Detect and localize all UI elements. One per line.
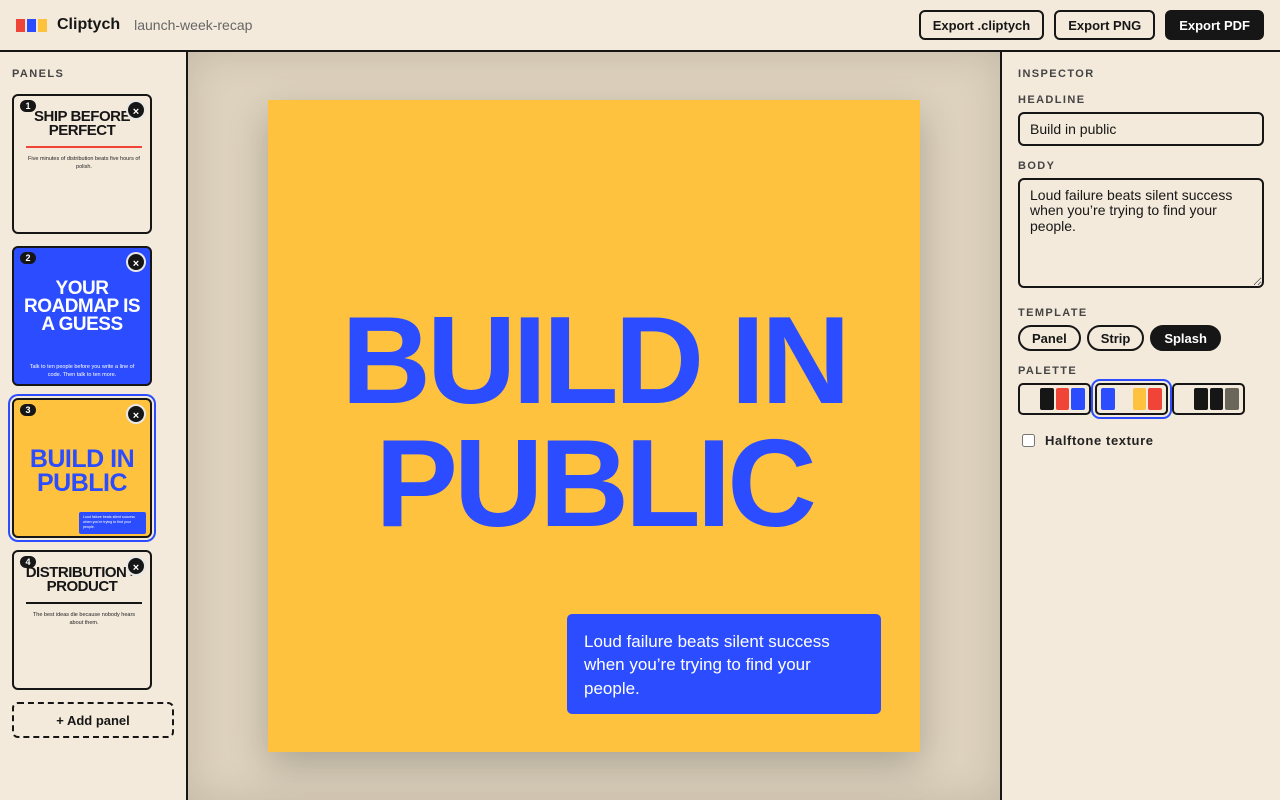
template-options: Panel Strip Splash — [1018, 325, 1264, 351]
panel-number-badge: 1 — [20, 100, 36, 112]
palette-swatch — [1039, 388, 1054, 410]
close-icon[interactable]: × — [126, 556, 146, 576]
artboard-headline[interactable]: BUILD IN PUBLIC — [268, 299, 920, 545]
panel-headline: YOUR ROADMAP IS A GUESS — [23, 278, 141, 336]
palette-swatch — [1225, 388, 1239, 410]
palette-swatch — [1024, 388, 1038, 410]
panel-divider — [26, 146, 142, 148]
palette-swatch — [1193, 388, 1208, 410]
document-name[interactable]: launch-week-recap — [134, 17, 252, 33]
artboard-body: Loud failure beats silent success when y… — [584, 632, 830, 698]
panel-body: Talk to ten people before you write a li… — [29, 364, 135, 378]
inspector-panel: INSPECTOR HEADLINE BODY Loud failure bea… — [1000, 52, 1280, 800]
panel-body: Five minutes of distribution beats five … — [28, 156, 140, 170]
template-strip-chip[interactable]: Strip — [1086, 325, 1145, 351]
palette-option-3[interactable] — [1172, 383, 1245, 415]
panel-body: The best ideas die because nobody hears … — [32, 612, 136, 626]
panel-headline: BUILD IN PUBLIC — [29, 445, 135, 497]
logo-icon — [16, 18, 47, 32]
halftone-toggle[interactable]: Halftone texture — [1018, 433, 1264, 448]
artboard-body-box[interactable]: Loud failure beats silent success when y… — [567, 614, 881, 714]
panel-number-badge: 2 — [20, 252, 36, 264]
palette-swatch — [1132, 388, 1147, 410]
palette-swatch — [1178, 388, 1192, 410]
panel-thumbnail-1[interactable]: SHIP BEFORE PERFECT Five minutes of dist… — [12, 94, 152, 234]
template-label: TEMPLATE — [1018, 307, 1088, 319]
panel-headline: DISTRIBUTION > PRODUCT — [25, 564, 139, 596]
panel-headline: SHIP BEFORE PERFECT — [34, 108, 130, 140]
export-pdf-button[interactable]: Export PDF — [1165, 10, 1264, 40]
panel-number-badge: 4 — [20, 556, 36, 568]
palette-swatch — [1116, 388, 1131, 410]
logo-red-block — [16, 18, 25, 32]
halftone-label: Halftone texture — [1045, 433, 1154, 448]
headline-label: HEADLINE — [1018, 94, 1086, 106]
palette-options — [1018, 383, 1264, 415]
headline-input[interactable] — [1018, 112, 1264, 146]
body-label: BODY — [1018, 160, 1056, 172]
app-name: Cliptych — [57, 16, 121, 33]
template-splash-chip[interactable]: Splash — [1150, 325, 1221, 351]
panel-thumbnail-2[interactable]: YOUR ROADMAP IS A GUESS Talk to ten peop… — [12, 246, 152, 386]
panel-body: Loud failure beats silent success when y… — [83, 515, 135, 529]
palette-swatch — [1209, 388, 1224, 410]
artboard[interactable]: BUILD IN PUBLIC Loud failure beats silen… — [268, 100, 920, 752]
export-actions: Export .cliptych Export PNG Export PDF — [918, 10, 1264, 40]
panel-thumbnail-3[interactable]: BUILD IN PUBLIC Loud failure beats silen… — [12, 398, 152, 538]
inspector-title: INSPECTOR — [1018, 68, 1095, 80]
panel-body-box: Loud failure beats silent success when y… — [79, 512, 146, 534]
close-icon[interactable]: × — [126, 252, 146, 272]
panels-title: PANELS — [12, 68, 65, 80]
panel-divider — [26, 602, 142, 604]
top-bar: Cliptych launch-week-recap Export .clipt… — [0, 0, 1280, 52]
halftone-checkbox[interactable] — [1022, 434, 1035, 447]
body-textarea[interactable]: Loud failure beats silent success when y… — [1018, 178, 1264, 288]
panel-number-badge: 3 — [20, 404, 36, 416]
export-png-button[interactable]: Export PNG — [1054, 10, 1156, 40]
panels-sidebar: PANELS SHIP BEFORE PERFECT Five minutes … — [0, 52, 188, 800]
palette-option-2[interactable] — [1095, 383, 1168, 415]
palette-option-1[interactable] — [1018, 383, 1091, 415]
palette-swatch — [1101, 388, 1115, 410]
close-icon[interactable]: × — [126, 100, 146, 120]
template-panel-chip[interactable]: Panel — [1018, 325, 1081, 351]
add-panel-button[interactable]: + Add panel — [12, 702, 174, 738]
palette-swatch — [1071, 388, 1085, 410]
logo-blue-block — [27, 18, 36, 32]
palette-swatch — [1055, 388, 1070, 410]
export-cliptych-button[interactable]: Export .cliptych — [918, 10, 1045, 40]
logo-yellow-block — [38, 18, 47, 32]
panel-list: SHIP BEFORE PERFECT Five minutes of dist… — [12, 94, 174, 690]
close-icon[interactable]: × — [126, 404, 146, 424]
panel-thumbnail-4[interactable]: DISTRIBUTION > PRODUCT The best ideas di… — [12, 550, 152, 690]
palette-label: PALETTE — [1018, 365, 1078, 377]
canvas-stage: BUILD IN PUBLIC Loud failure beats silen… — [188, 52, 1000, 800]
palette-swatch — [1148, 388, 1162, 410]
